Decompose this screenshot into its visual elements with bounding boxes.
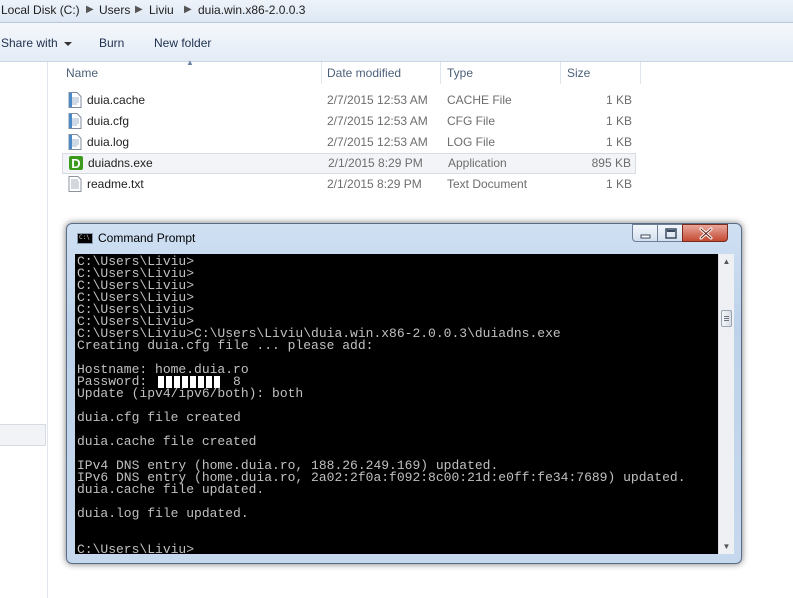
breadcrumb-users[interactable]: Users: [99, 2, 130, 18]
console-line: Update (ipv4/ipv6/both): both: [77, 386, 304, 401]
window-title: Command Prompt: [98, 231, 196, 245]
maximize-button[interactable]: [657, 224, 683, 242]
breadcrumb-chevron-icon[interactable]: ▶: [184, 2, 192, 18]
file-type: Application: [448, 156, 507, 170]
column-header-size[interactable]: Size: [567, 62, 590, 84]
minimize-icon: [640, 234, 651, 239]
column-divider[interactable]: [640, 62, 641, 84]
console-output[interactable]: C:\Users\Liviu> C:\Users\Liviu> C:\Users\L…: [75, 254, 718, 554]
column-header-name[interactable]: Name: [66, 62, 98, 84]
scrollbar-thumb[interactable]: [721, 310, 732, 327]
console-line: Creating duia.cfg file ... please add:: [77, 338, 374, 353]
navigation-selected-item[interactable]: [0, 424, 46, 446]
file-date: 2/7/2015 12:53 AM: [327, 93, 428, 107]
duia-app-icon: D: [69, 156, 83, 171]
column-divider[interactable]: [560, 62, 561, 84]
text-file-icon: [68, 92, 82, 108]
file-size: 1 KB: [605, 114, 632, 128]
console-line: duia.cfg file created: [77, 410, 241, 425]
file-name: duia.log: [87, 135, 130, 149]
burn-button[interactable]: Burn: [99, 35, 124, 51]
console-line: duia.log file updated.: [77, 506, 249, 521]
file-name: duia.cache: [87, 93, 146, 107]
file-row-duia-cfg[interactable]: duia.cfg 2/7/2015 12:53 AM CFG File 1 KB: [62, 111, 636, 132]
text-file-icon: [68, 134, 82, 150]
sort-ascending-icon: ▲: [186, 58, 194, 67]
close-button[interactable]: [682, 224, 728, 242]
text-document-icon: [68, 176, 82, 192]
file-row-duia-log[interactable]: duia.log 2/7/2015 12:53 AM LOG File 1 KB: [62, 132, 636, 153]
text-file-icon: [68, 113, 82, 129]
command-prompt-icon[interactable]: C:\: [77, 233, 93, 244]
file-name: readme.txt: [87, 177, 144, 191]
grip-line: [724, 318, 729, 319]
file-type: Text Document: [447, 177, 528, 191]
grip-line: [724, 316, 729, 317]
minimize-button[interactable]: [632, 224, 658, 242]
file-name: duia.cfg: [87, 114, 130, 128]
file-size: 1 KB: [605, 93, 632, 107]
share-with-button[interactable]: Share with: [1, 35, 72, 51]
file-size: 1 KB: [605, 135, 632, 149]
file-date: 2/7/2015 12:53 AM: [327, 135, 428, 149]
maximize-icon: [665, 228, 677, 239]
file-type: CFG File: [447, 114, 495, 128]
file-date: 2/1/2015 8:29 PM: [328, 156, 423, 170]
command-bar: Share with Burn New folder: [0, 23, 793, 62]
command-prompt-window[interactable]: C:\ Command Prompt C:\Users\Liviu> C:\Use…: [66, 223, 742, 564]
file-date: 2/1/2015 8:29 PM: [327, 177, 422, 191]
breadcrumb-local-disk[interactable]: Local Disk (C:): [1, 2, 80, 18]
console-line: C:\Users\Liviu>: [77, 542, 195, 554]
file-size: 1 KB: [605, 177, 632, 191]
file-row-readme-txt[interactable]: readme.txt 2/1/2015 8:29 PM Text Documen…: [62, 174, 636, 195]
grip-line: [724, 320, 729, 321]
chevron-down-icon: [63, 41, 72, 46]
breadcrumb-chevron-icon[interactable]: ▶: [86, 2, 94, 18]
breadcrumb-liviu[interactable]: Liviu: [149, 2, 174, 18]
file-row-duia-cache[interactable]: duia.cache 2/7/2015 12:53 AM CACHE File …: [62, 90, 636, 111]
column-divider[interactable]: [321, 62, 322, 84]
console-line: duia.cache file created: [77, 434, 257, 449]
file-size: 895 KB: [591, 156, 631, 170]
scroll-down-arrow-icon[interactable]: ▼: [719, 539, 734, 554]
column-divider[interactable]: [440, 62, 441, 84]
file-type: CACHE File: [447, 93, 512, 107]
vertical-scrollbar[interactable]: ▲ ▼: [718, 254, 734, 554]
scroll-up-arrow-icon[interactable]: ▲: [719, 254, 734, 269]
column-header-type[interactable]: Type: [447, 62, 473, 84]
navigation-pane[interactable]: [0, 62, 48, 598]
address-bar[interactable]: Local Disk (C:) ▶ Users ▶ Liviu ▶ duia.w…: [0, 0, 793, 23]
column-header-date-modified[interactable]: Date modified: [327, 62, 401, 84]
breadcrumb-chevron-icon[interactable]: ▶: [135, 2, 143, 18]
file-type: LOG File: [447, 135, 496, 149]
svg-text:D: D: [71, 156, 80, 171]
file-name: duiadns.exe: [88, 156, 153, 170]
share-with-label: Share with: [1, 36, 58, 50]
breadcrumb-current-folder[interactable]: duia.win.x86-2.0.0.3: [198, 2, 305, 18]
file-date: 2/7/2015 12:53 AM: [327, 114, 428, 128]
new-folder-button[interactable]: New folder: [154, 35, 211, 51]
close-icon: [699, 227, 713, 240]
console-line: duia.cache file updated.: [77, 482, 265, 497]
file-row-duiadns-exe[interactable]: D duiadns.exe 2/1/2015 8:29 PM Applicati…: [62, 153, 636, 174]
